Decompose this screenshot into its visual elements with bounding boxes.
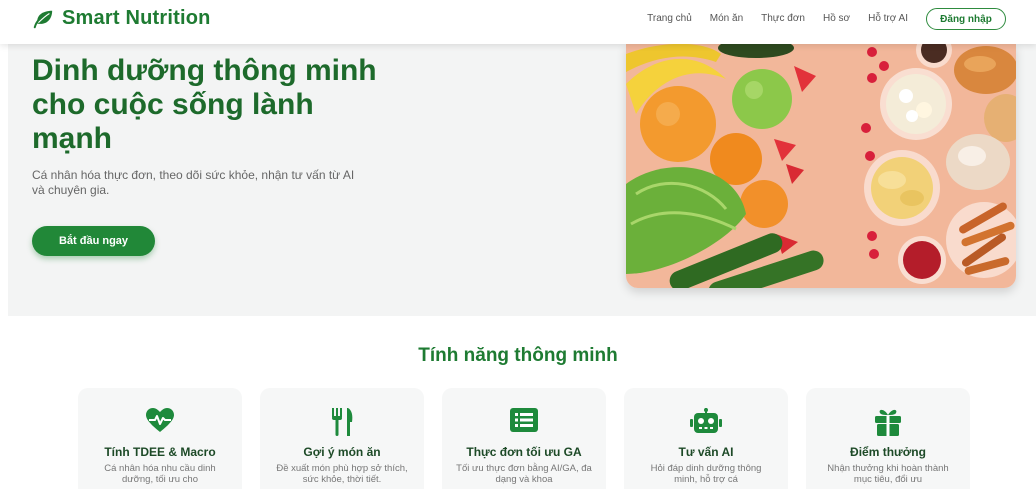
feature-desc: Cá nhân hóa nhu cầu dinh dưỡng, tối ưu c… xyxy=(104,463,216,485)
nav-home[interactable]: Trang chủ xyxy=(647,13,692,24)
feature-desc: Hỏi đáp dinh dưỡng thông minh, hỗ trợ cá xyxy=(650,463,762,485)
brand-logo[interactable]: Smart Nutrition xyxy=(32,7,211,30)
feature-title: Gợi ý món ăn xyxy=(303,445,381,459)
feature-desc: Tối ưu thực đơn bằng AI/GA, đa dạng và k… xyxy=(456,463,592,485)
main-nav: Trang chủ Món ăn Thực đơn Hồ sơ Hỗ trợ A… xyxy=(647,13,908,24)
feature-card-ai-advice[interactable]: Tư vấn AI Hỏi đáp dinh dưỡng thông minh,… xyxy=(624,388,788,489)
gift-icon xyxy=(875,409,901,436)
hero-section: Dinh dưỡng thông minh cho cuộc sống lành… xyxy=(8,44,1036,316)
top-navbar: Smart Nutrition Trang chủ Món ăn Thực đơ… xyxy=(0,0,1036,44)
feature-desc: Nhận thưởng khi hoàn thành mục tiêu, đổi… xyxy=(827,463,949,485)
utensils-icon xyxy=(332,408,353,436)
nav-dishes[interactable]: Món ăn xyxy=(710,13,743,24)
feature-title: Điểm thưởng xyxy=(850,445,926,459)
feature-card-tdee[interactable]: Tính TDEE & Macro Cá nhân hóa nhu cầu di… xyxy=(78,388,242,489)
hero-image xyxy=(626,44,1016,288)
features-title: Tính năng thông minh xyxy=(418,345,618,366)
feature-desc: Đề xuất món phù hợp sở thích, sức khỏe, … xyxy=(276,463,408,485)
robot-icon xyxy=(690,408,722,433)
feature-card-suggestions[interactable]: Gợi ý món ăn Đề xuất món phù hợp sở thíc… xyxy=(260,388,424,489)
brand-name: Smart Nutrition xyxy=(62,7,211,29)
get-started-button[interactable]: Bắt đầu ngay xyxy=(32,226,155,256)
leaf-icon xyxy=(33,10,53,28)
nav-ai-support[interactable]: Hỗ trợ AI xyxy=(868,13,908,24)
nav-profile[interactable]: Hồ sơ xyxy=(823,13,850,24)
heartbeat-icon xyxy=(146,408,174,432)
hero-title: Dinh dưỡng thông minh cho cuộc sống lành… xyxy=(32,54,377,155)
login-button[interactable]: Đăng nhập xyxy=(926,8,1006,30)
feature-title: Tính TDEE & Macro xyxy=(104,445,216,459)
nav-menu[interactable]: Thực đơn xyxy=(761,13,805,24)
feature-card-rewards[interactable]: Điểm thưởng Nhận thưởng khi hoàn thành m… xyxy=(806,388,970,489)
feature-title: Tư vấn AI xyxy=(678,445,734,459)
food-photo-illustration xyxy=(626,44,1016,288)
list-icon xyxy=(510,408,538,432)
feature-card-ga-menu[interactable]: Thực đơn tối ưu GA Tối ưu thực đơn bằng … xyxy=(442,388,606,489)
feature-title: Thực đơn tối ưu GA xyxy=(466,445,582,459)
hero-subtitle: Cá nhân hóa thực đơn, theo dõi sức khỏe,… xyxy=(32,168,355,197)
